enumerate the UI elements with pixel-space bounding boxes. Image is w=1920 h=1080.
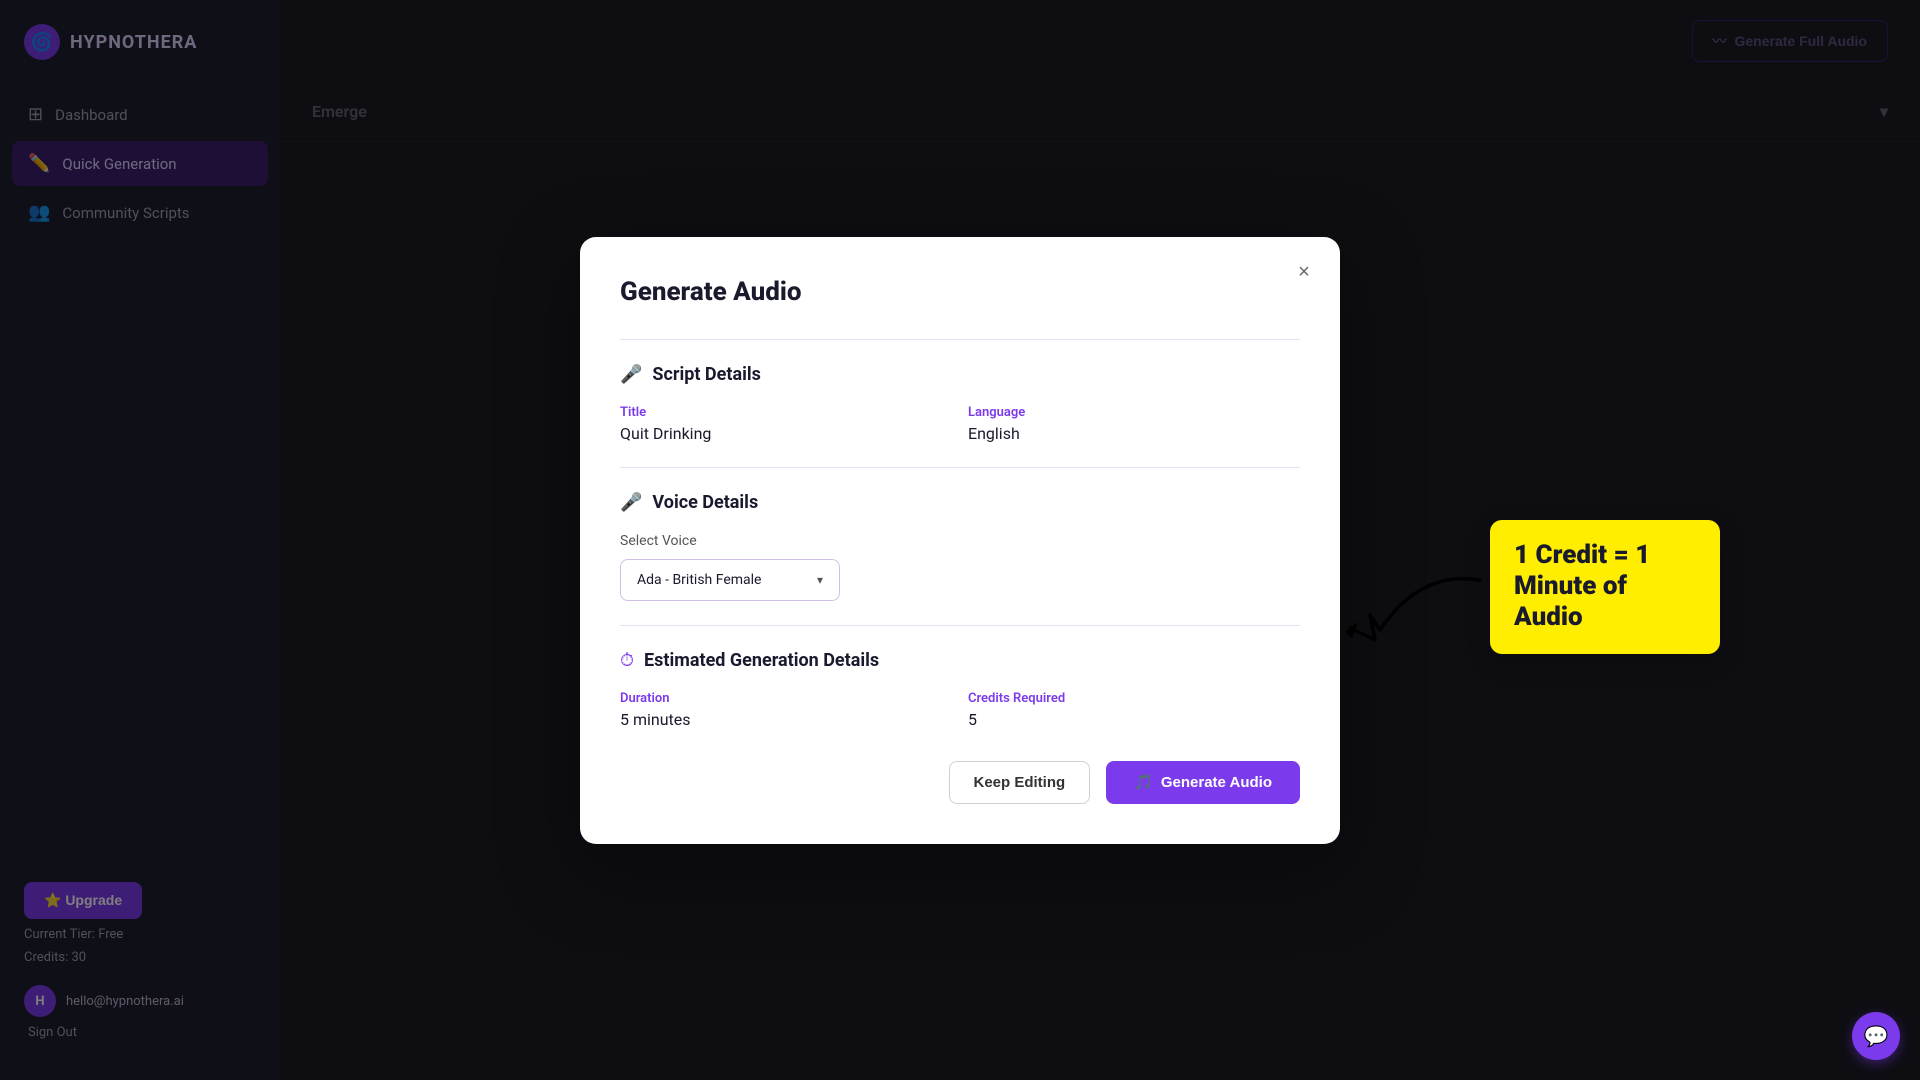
duration-value: 5 minutes bbox=[620, 710, 952, 729]
script-details-grid: Title Quit Drinking Language English bbox=[620, 405, 1300, 443]
credits-required-label: Credits Required bbox=[968, 691, 1300, 706]
script-details-section: 🎤 Script Details Title Quit Drinking Lan… bbox=[620, 339, 1300, 443]
voice-icon: 🎤 bbox=[620, 492, 642, 513]
select-voice-label: Select Voice bbox=[620, 533, 1300, 549]
duration-label: Duration bbox=[620, 691, 952, 706]
language-field: Language English bbox=[968, 405, 1300, 443]
title-field: Title Quit Drinking bbox=[620, 405, 952, 443]
title-label: Title bbox=[620, 405, 952, 420]
tooltip-arrow bbox=[1320, 560, 1500, 660]
chat-bubble[interactable]: 💬 bbox=[1852, 1012, 1900, 1060]
generate-label: Generate Audio bbox=[1161, 774, 1272, 791]
language-value: English bbox=[968, 424, 1300, 443]
generate-audio-modal: × Generate Audio 🎤 Script Details Title … bbox=[580, 237, 1340, 844]
estimated-title: Estimated Generation Details bbox=[644, 650, 879, 671]
modal-close-button[interactable]: × bbox=[1288, 257, 1320, 289]
keep-editing-label: Keep Editing bbox=[974, 774, 1066, 791]
clock-icon: ⏱ bbox=[620, 650, 634, 671]
script-icon: 🎤 bbox=[620, 364, 642, 385]
duration-field: Duration 5 minutes bbox=[620, 691, 952, 729]
voice-details-section: 🎤 Voice Details Select Voice Ada - Briti… bbox=[620, 467, 1300, 601]
language-label: Language bbox=[968, 405, 1300, 420]
chevron-down-icon: ▾ bbox=[817, 573, 823, 587]
generate-icon: 🎵 bbox=[1134, 773, 1153, 791]
credit-tooltip: 1 Credit = 1 Minute of Audio bbox=[1490, 520, 1720, 654]
estimated-grid: Duration 5 minutes Credits Required 5 bbox=[620, 691, 1300, 729]
estimated-details-section: ⏱ Estimated Generation Details Duration … bbox=[620, 625, 1300, 729]
voice-details-title: Voice Details bbox=[652, 492, 758, 513]
modal-title: Generate Audio bbox=[620, 277, 1300, 307]
modal-footer: Keep Editing 🎵 Generate Audio bbox=[620, 761, 1300, 804]
voice-select-dropdown[interactable]: Ada - British Female ▾ bbox=[620, 559, 840, 601]
script-details-header: 🎤 Script Details bbox=[620, 364, 1300, 385]
estimated-header: ⏱ Estimated Generation Details bbox=[620, 650, 1300, 671]
tooltip-text: 1 Credit = 1 Minute of Audio bbox=[1514, 540, 1650, 632]
title-value: Quit Drinking bbox=[620, 424, 952, 443]
script-details-title: Script Details bbox=[652, 364, 760, 385]
selected-voice-label: Ada - British Female bbox=[637, 572, 761, 588]
chat-icon: 💬 bbox=[1864, 1024, 1889, 1048]
generate-audio-button[interactable]: 🎵 Generate Audio bbox=[1106, 761, 1300, 804]
credits-required-field: Credits Required 5 bbox=[968, 691, 1300, 729]
keep-editing-button[interactable]: Keep Editing bbox=[949, 761, 1091, 804]
credits-required-value: 5 bbox=[968, 710, 1300, 729]
voice-details-header: 🎤 Voice Details bbox=[620, 492, 1300, 513]
close-icon: × bbox=[1298, 261, 1310, 284]
